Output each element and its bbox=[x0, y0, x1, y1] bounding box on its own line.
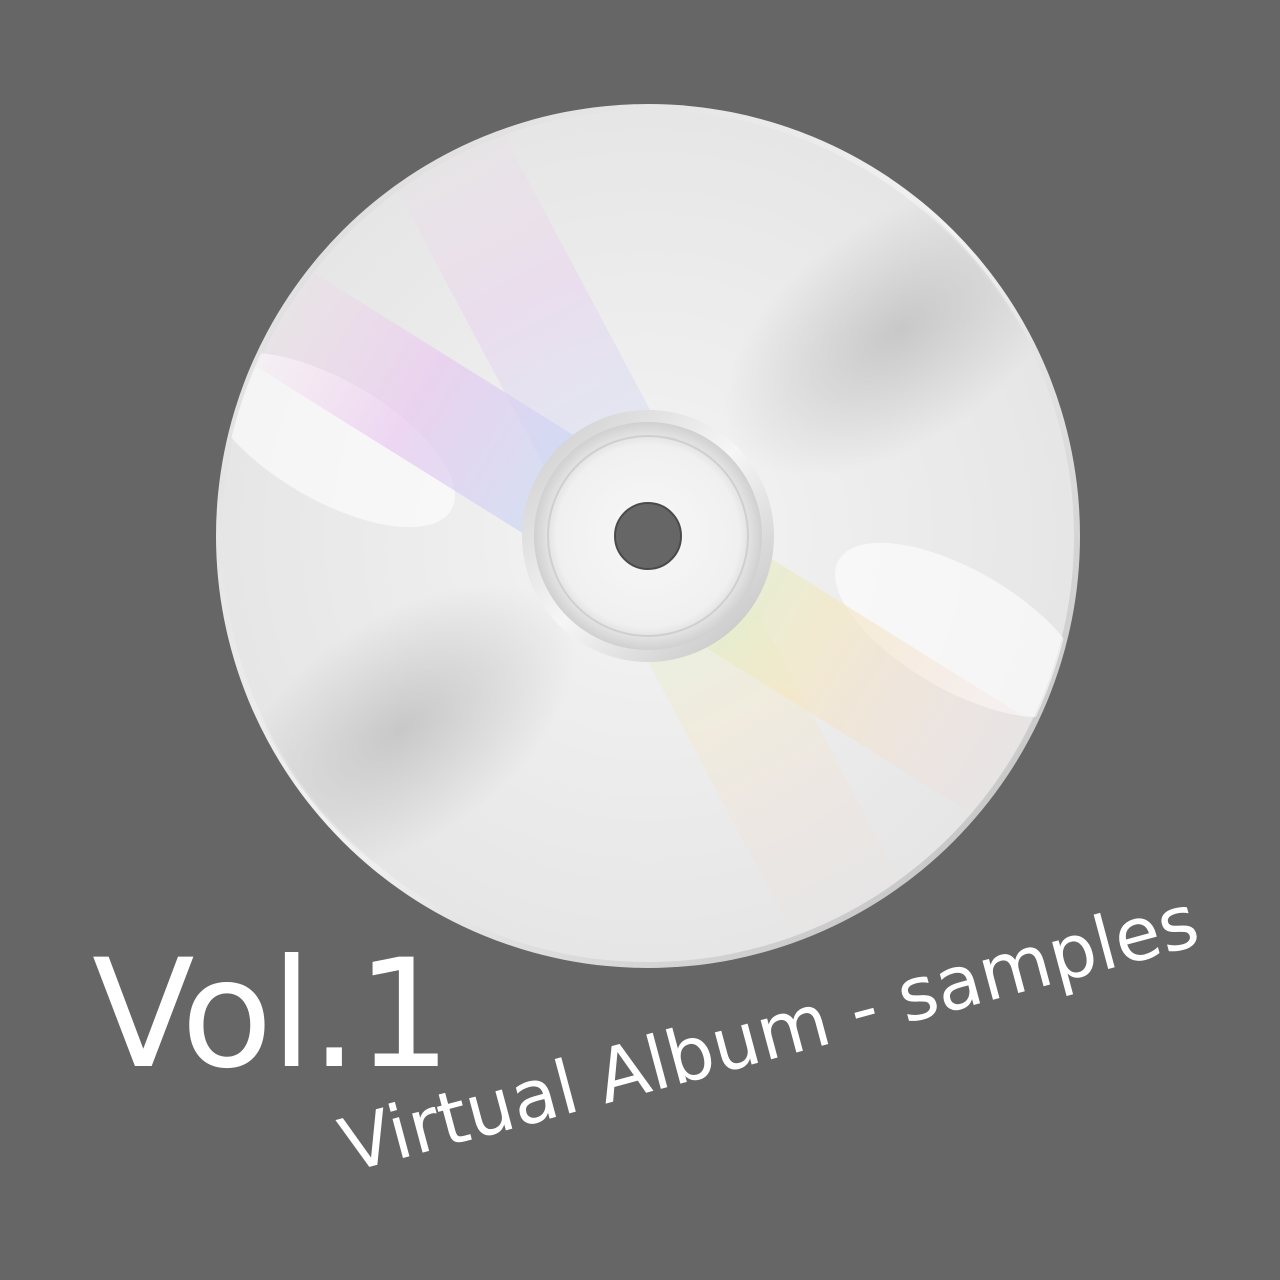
album-cover: Vol.1 Virtual Album - samples bbox=[0, 0, 1280, 1280]
album-volume-title: Vol.1 bbox=[92, 928, 452, 1102]
